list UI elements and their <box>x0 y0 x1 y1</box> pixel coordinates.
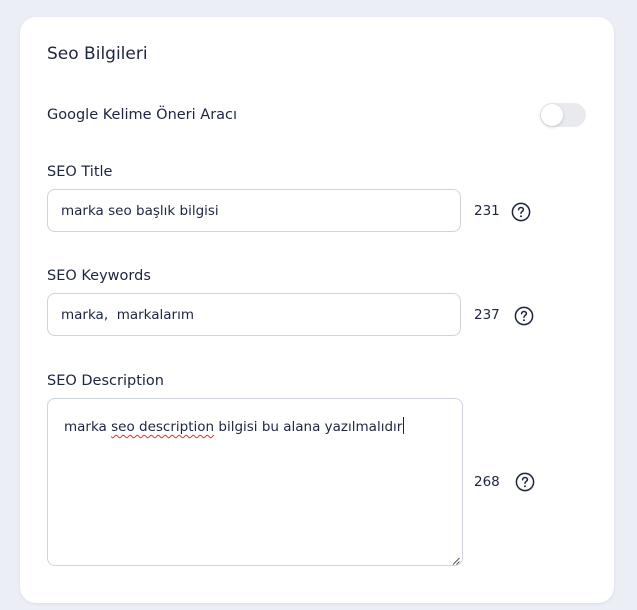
seo-keywords-input[interactable] <box>47 293 461 336</box>
text-caret <box>403 417 405 434</box>
description-text-part: bilgisi bu alana yazılmalıdır <box>214 419 403 435</box>
description-text-part: marka <box>64 419 112 435</box>
card-title: Seo Bilgileri <box>47 44 148 64</box>
seo-keywords-count: 237 <box>474 307 500 323</box>
description-misspelled-text: seo description <box>111 419 215 435</box>
seo-description-count: 268 <box>474 474 500 490</box>
seo-title-label: SEO Title <box>47 164 113 180</box>
google-tool-label: Google Kelime Öneri Aracı <box>47 107 238 123</box>
question-circle-icon[interactable] <box>511 202 531 222</box>
question-circle-icon[interactable] <box>514 306 534 326</box>
question-circle-icon[interactable] <box>515 472 535 492</box>
seo-info-card: Seo Bilgileri Google Kelime Öneri Aracı … <box>20 17 614 603</box>
google-tool-toggle[interactable] <box>540 103 586 127</box>
seo-title-input[interactable] <box>47 189 461 232</box>
seo-keywords-label: SEO Keywords <box>47 268 151 284</box>
seo-description-label: SEO Description <box>47 373 164 389</box>
resize-handle-icon[interactable] <box>452 557 460 565</box>
seo-title-count: 231 <box>474 203 500 219</box>
seo-description-textarea[interactable]: marka seo description bilgisi bu alana y… <box>47 398 463 566</box>
toggle-knob <box>541 104 563 126</box>
